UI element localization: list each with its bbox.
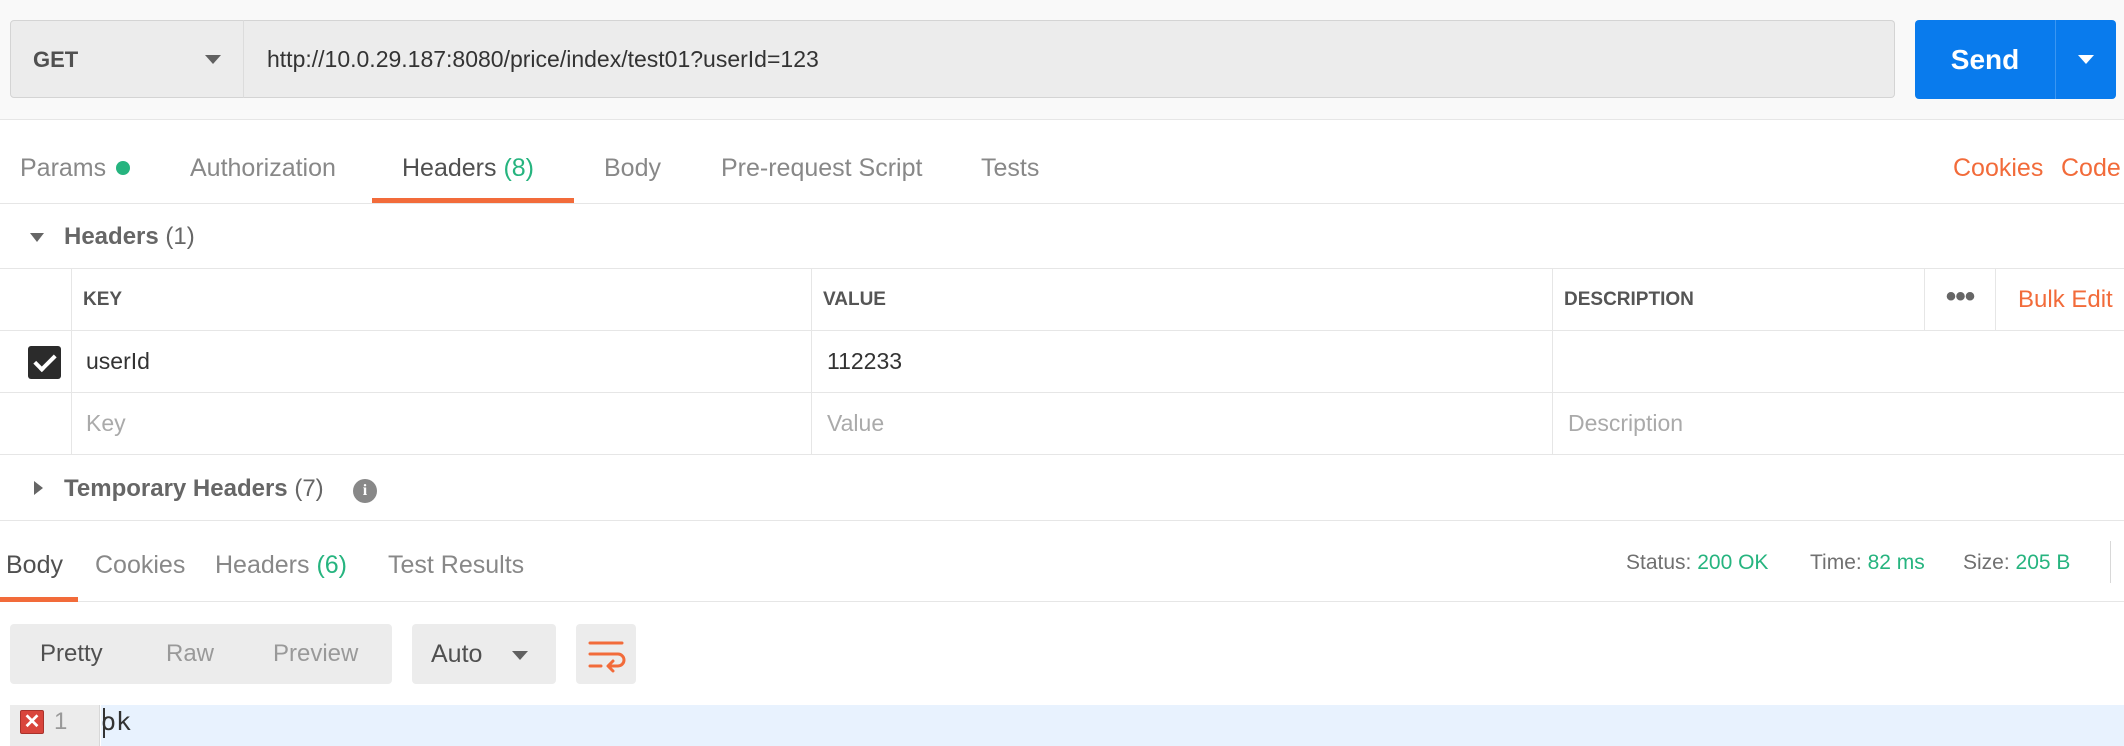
response-tab-body-label: Body xyxy=(6,551,63,579)
tab-headers-label: Headers xyxy=(402,154,497,182)
response-size: Size: 205 B xyxy=(1963,521,2070,605)
response-tab-headers[interactable]: Headers (6) xyxy=(215,521,347,603)
column-header-description: DESCRIPTION xyxy=(1552,269,1924,330)
wrap-lines-button[interactable] xyxy=(576,624,636,684)
size-label: Size: xyxy=(1963,551,2010,574)
new-key-input[interactable]: Key xyxy=(71,393,811,454)
tab-pre-request-script-label: Pre-request Script xyxy=(721,154,923,182)
view-preview-button[interactable]: Preview xyxy=(273,624,358,684)
active-tab-indicator xyxy=(372,198,574,203)
bulk-edit-link[interactable]: Bulk Edit xyxy=(2018,269,2113,331)
response-tab-headers-count: (6) xyxy=(316,551,348,579)
status-value: 200 OK xyxy=(1697,551,1769,574)
tab-params-label: Params xyxy=(20,154,107,182)
size-value: 205 B xyxy=(2015,551,2071,574)
line-gutter: ✕ 1 xyxy=(10,705,100,746)
tab-authorization[interactable]: Authorization xyxy=(190,120,336,204)
tab-authorization-label: Authorization xyxy=(190,154,336,182)
table-row: userId 112233 xyxy=(0,331,2124,393)
tab-params[interactable]: Params xyxy=(20,120,131,204)
request-tabs: Params Authorization Headers (8) Body Pr… xyxy=(0,120,2124,204)
headers-section-count: (1) xyxy=(165,223,195,250)
tab-headers-count: (8) xyxy=(503,154,535,182)
more-options-icon[interactable]: ••• xyxy=(1924,269,1996,330)
method-label: GET xyxy=(33,47,79,72)
new-value-input[interactable]: Value xyxy=(811,393,1552,454)
temporary-headers-title-text: Temporary Headers xyxy=(64,475,288,502)
row-enable-cell-empty xyxy=(0,393,71,454)
tab-body-label: Body xyxy=(604,154,661,182)
row-enable-checkbox[interactable] xyxy=(28,346,61,379)
header-description-cell[interactable] xyxy=(1552,331,2124,392)
response-tab-headers-label: Headers xyxy=(215,551,310,579)
response-tab-cookies[interactable]: Cookies xyxy=(95,521,185,603)
table-header-row: KEY VALUE DESCRIPTION ••• Bulk Edit xyxy=(0,269,2124,331)
status-divider xyxy=(2110,541,2111,583)
time-value: 82 ms xyxy=(1867,551,1925,574)
view-pretty-button[interactable]: Pretty xyxy=(40,624,103,684)
method-select[interactable]: GET xyxy=(10,20,244,98)
time-label: Time: xyxy=(1810,551,1862,574)
error-icon[interactable]: ✕ xyxy=(20,710,44,734)
cookies-link[interactable]: Cookies xyxy=(1953,120,2043,216)
temporary-headers-toggle[interactable]: Temporary Headers (7) i xyxy=(0,456,420,522)
column-header-value: VALUE xyxy=(811,269,1552,330)
row-enable-cell xyxy=(0,331,71,392)
status-label: Status: xyxy=(1626,551,1692,574)
line-number: 1 xyxy=(54,708,68,735)
tab-pre-request-script[interactable]: Pre-request Script xyxy=(721,120,922,204)
response-view-mode-group: Pretty Raw Preview xyxy=(10,624,392,684)
send-button-group: Send xyxy=(1915,20,2116,99)
column-header-key: KEY xyxy=(71,269,811,330)
response-status: Status: 200 OK xyxy=(1626,521,1768,605)
view-raw-button[interactable]: Raw xyxy=(166,624,214,684)
headers-section-title: Headers (1) xyxy=(64,204,195,270)
check-column-header xyxy=(0,269,71,330)
response-tab-test-results[interactable]: Test Results xyxy=(388,521,524,603)
caret-right-icon xyxy=(34,481,43,495)
code-link[interactable]: Code xyxy=(2061,120,2121,216)
request-bar: GET Send xyxy=(0,0,2124,120)
caret-down-icon xyxy=(30,233,44,242)
tab-headers[interactable]: Headers (8) xyxy=(402,120,534,204)
response-tab-cookies-label: Cookies xyxy=(95,551,186,579)
wrap-lines-icon xyxy=(588,641,626,673)
response-tabs: Body Cookies Headers (6) Test Results St… xyxy=(0,520,2124,602)
tab-body[interactable]: Body xyxy=(604,120,661,204)
tab-tests-label: Tests xyxy=(981,154,1040,182)
response-tab-test-results-label: Test Results xyxy=(388,551,525,579)
info-icon[interactable]: i xyxy=(353,479,377,503)
chevron-down-icon xyxy=(2078,55,2094,64)
headers-table: KEY VALUE DESCRIPTION ••• Bulk Edit user… xyxy=(0,268,2124,455)
header-value-cell[interactable]: 112233 xyxy=(811,331,1552,392)
active-response-tab-indicator xyxy=(0,597,78,602)
tab-tests[interactable]: Tests xyxy=(981,120,1039,204)
chevron-down-icon xyxy=(205,55,221,64)
send-button[interactable]: Send xyxy=(1915,20,2055,99)
code-line[interactable]: ok xyxy=(101,705,2124,746)
temporary-headers-title: Temporary Headers (7) xyxy=(64,456,324,522)
new-description-input[interactable]: Description xyxy=(1552,393,2124,454)
header-key-cell[interactable]: userId xyxy=(71,331,811,392)
response-format-select[interactable]: Auto xyxy=(412,624,556,684)
headers-section-toggle[interactable]: Headers (1) xyxy=(0,204,400,270)
response-body-editor[interactable]: ✕ 1 ok xyxy=(0,705,2124,746)
response-tab-body[interactable]: Body xyxy=(6,521,63,603)
url-input[interactable] xyxy=(243,20,1895,98)
headers-section-title-text: Headers xyxy=(64,223,159,250)
code-line-text: ok xyxy=(101,707,132,736)
response-format-label: Auto xyxy=(431,640,483,668)
params-active-dot-icon xyxy=(116,161,131,175)
chevron-down-icon xyxy=(512,651,528,660)
send-options-button[interactable] xyxy=(2056,20,2116,99)
response-time: Time: 82 ms xyxy=(1810,521,1925,605)
temporary-headers-count: (7) xyxy=(294,475,324,502)
table-row-new: Key Value Description xyxy=(0,393,2124,455)
